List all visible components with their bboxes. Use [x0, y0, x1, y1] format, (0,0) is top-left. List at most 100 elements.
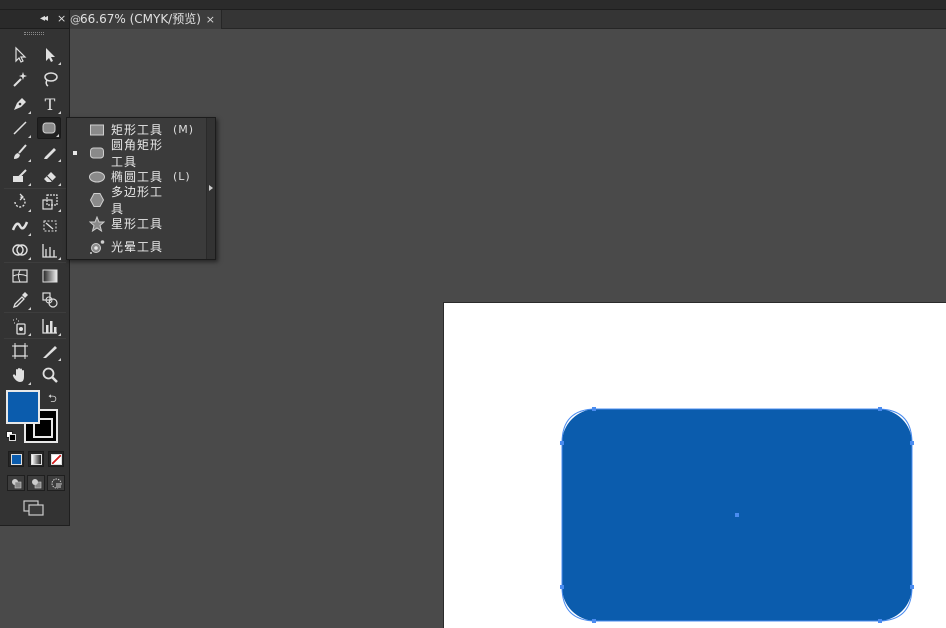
flyout-item-label: 星形工具	[111, 217, 164, 231]
anchor-point[interactable]	[560, 585, 564, 589]
paintbrush-tool-icon	[14, 144, 27, 159]
flyout-item-rounded-rectangle-tool[interactable]: 圆角矩形工具	[67, 138, 207, 169]
direct-selection-tool[interactable]	[38, 44, 62, 66]
anchor-point[interactable]	[560, 441, 564, 445]
star-icon	[89, 215, 105, 232]
color-mode-button[interactable]	[8, 451, 24, 467]
close-icon[interactable]: ×	[206, 10, 215, 29]
swap-fill-stroke-icon[interactable]: ⮌	[48, 390, 57, 409]
shape-tools-flyout: 矩形工具 (M) 圆角矩形工具 椭圆工具 (L) 多边形工具 星形工具 光晕工具	[66, 117, 216, 260]
slice-tool-icon	[43, 346, 57, 358]
mesh-tool-icon	[12, 269, 28, 283]
document-tab-bar: @66.67% (CMYK/预览) ×	[70, 10, 946, 29]
default-fill-stroke-icon[interactable]	[6, 431, 16, 441]
none-mode-button[interactable]	[48, 451, 64, 467]
screen-mode-icon	[23, 500, 44, 516]
change-screen-mode-button[interactable]	[22, 498, 46, 518]
panel-grip[interactable]	[24, 32, 44, 35]
color-mode-icon	[10, 453, 22, 465]
selection-tool[interactable]	[8, 44, 32, 66]
draw-inside-icon	[51, 478, 61, 488]
line-segment-tool[interactable]	[8, 117, 32, 139]
none-mode-icon	[50, 453, 62, 465]
pen-tool[interactable]	[8, 93, 32, 115]
symbol-sprayer-tool[interactable]	[8, 315, 32, 337]
lasso-tool-icon	[44, 72, 58, 87]
anchor-point[interactable]	[878, 407, 882, 411]
shape-builder-tool[interactable]	[8, 239, 32, 261]
lasso-tool[interactable]	[38, 68, 62, 90]
anchor-point[interactable]	[592, 619, 596, 623]
perspective-grid-tool[interactable]	[38, 239, 62, 261]
tearoff-arrow-icon	[209, 185, 213, 191]
gradient-mode-icon	[30, 453, 42, 465]
document-tab-title: 66.67% (CMYK/预览)	[80, 12, 201, 26]
blob-brush-tool-icon	[13, 169, 27, 182]
center-point	[735, 513, 739, 517]
rectangle-icon	[90, 124, 104, 135]
mesh-tool[interactable]	[8, 265, 32, 287]
draw-inside-button[interactable]	[47, 475, 65, 491]
flyout-item-label: 光晕工具	[111, 240, 164, 254]
anchor-point[interactable]	[592, 407, 596, 411]
magic-wand-tool[interactable]	[8, 68, 32, 90]
blob-brush-tool[interactable]	[8, 165, 32, 187]
toolbar-separator	[4, 312, 66, 313]
anchor-point[interactable]	[878, 619, 882, 623]
flyout-item-polygon-tool[interactable]: 多边形工具	[67, 185, 207, 216]
draw-behind-icon	[31, 478, 41, 488]
eyedropper-tool[interactable]	[8, 289, 32, 311]
toolbar-separator	[4, 338, 66, 339]
free-transform-tool[interactable]	[38, 215, 62, 237]
draw-behind-button[interactable]	[27, 475, 45, 491]
eraser-tool[interactable]	[38, 165, 62, 187]
rotate-tool[interactable]	[8, 191, 32, 213]
artboard-canvas	[560, 407, 914, 623]
hand-tool[interactable]	[8, 364, 32, 386]
column-graph-tool[interactable]	[38, 315, 62, 337]
paintbrush-tool[interactable]	[8, 141, 32, 163]
line-segment-tool-icon	[13, 121, 27, 135]
scale-tool-icon	[42, 194, 58, 210]
scale-tool[interactable]	[38, 191, 62, 213]
rotate-tool-icon	[14, 193, 26, 208]
flare-icon	[90, 239, 105, 254]
eraser-tool-icon	[44, 172, 56, 182]
tearoff-flyout-button[interactable]	[206, 118, 215, 259]
draw-normal-button[interactable]	[7, 475, 25, 491]
eyedropper-tool-icon	[12, 292, 28, 309]
flyout-item-star-tool[interactable]: 星形工具	[67, 212, 207, 235]
gradient-mode-button[interactable]	[28, 451, 44, 467]
application-bar	[0, 0, 946, 10]
selection-tool-icon	[15, 46, 27, 63]
artboard-tool[interactable]	[8, 340, 32, 362]
pencil-tool[interactable]	[38, 141, 62, 163]
artboard[interactable]	[443, 302, 946, 628]
pen-tool-icon	[14, 98, 26, 110]
gradient-tool[interactable]	[38, 265, 62, 287]
tab-status-icon: @	[70, 13, 81, 26]
selected-tool-marker	[67, 150, 83, 155]
rounded-rectangle-icon	[90, 147, 104, 158]
ellipse-icon	[89, 171, 105, 182]
document-tab[interactable]: @66.67% (CMYK/预览) ×	[70, 10, 222, 29]
blend-tool[interactable]	[38, 289, 62, 311]
rounded-rectangle-tool[interactable]	[37, 117, 61, 139]
flyout-item-flare-tool[interactable]: 光晕工具	[67, 235, 207, 258]
type-tool[interactable]: T	[38, 93, 62, 115]
toolbar-separator	[4, 262, 66, 263]
type-tool-icon: T	[45, 95, 56, 113]
zoom-tool[interactable]	[38, 364, 62, 386]
gradient-tool-icon	[42, 269, 58, 283]
draw-normal-icon	[11, 478, 21, 488]
width-tool[interactable]	[8, 215, 32, 237]
artboard-tool-icon	[12, 343, 28, 359]
fill-color-swatch[interactable]	[6, 390, 40, 424]
slice-tool[interactable]	[38, 340, 62, 362]
anchor-point[interactable]	[910, 585, 914, 589]
anchor-point[interactable]	[910, 441, 914, 445]
close-panel-icon[interactable]: ×	[57, 12, 66, 25]
svg-text:T: T	[45, 95, 56, 113]
collapse-panel-icon[interactable]: ◂◂	[40, 13, 48, 24]
width-tool-icon	[11, 221, 29, 231]
